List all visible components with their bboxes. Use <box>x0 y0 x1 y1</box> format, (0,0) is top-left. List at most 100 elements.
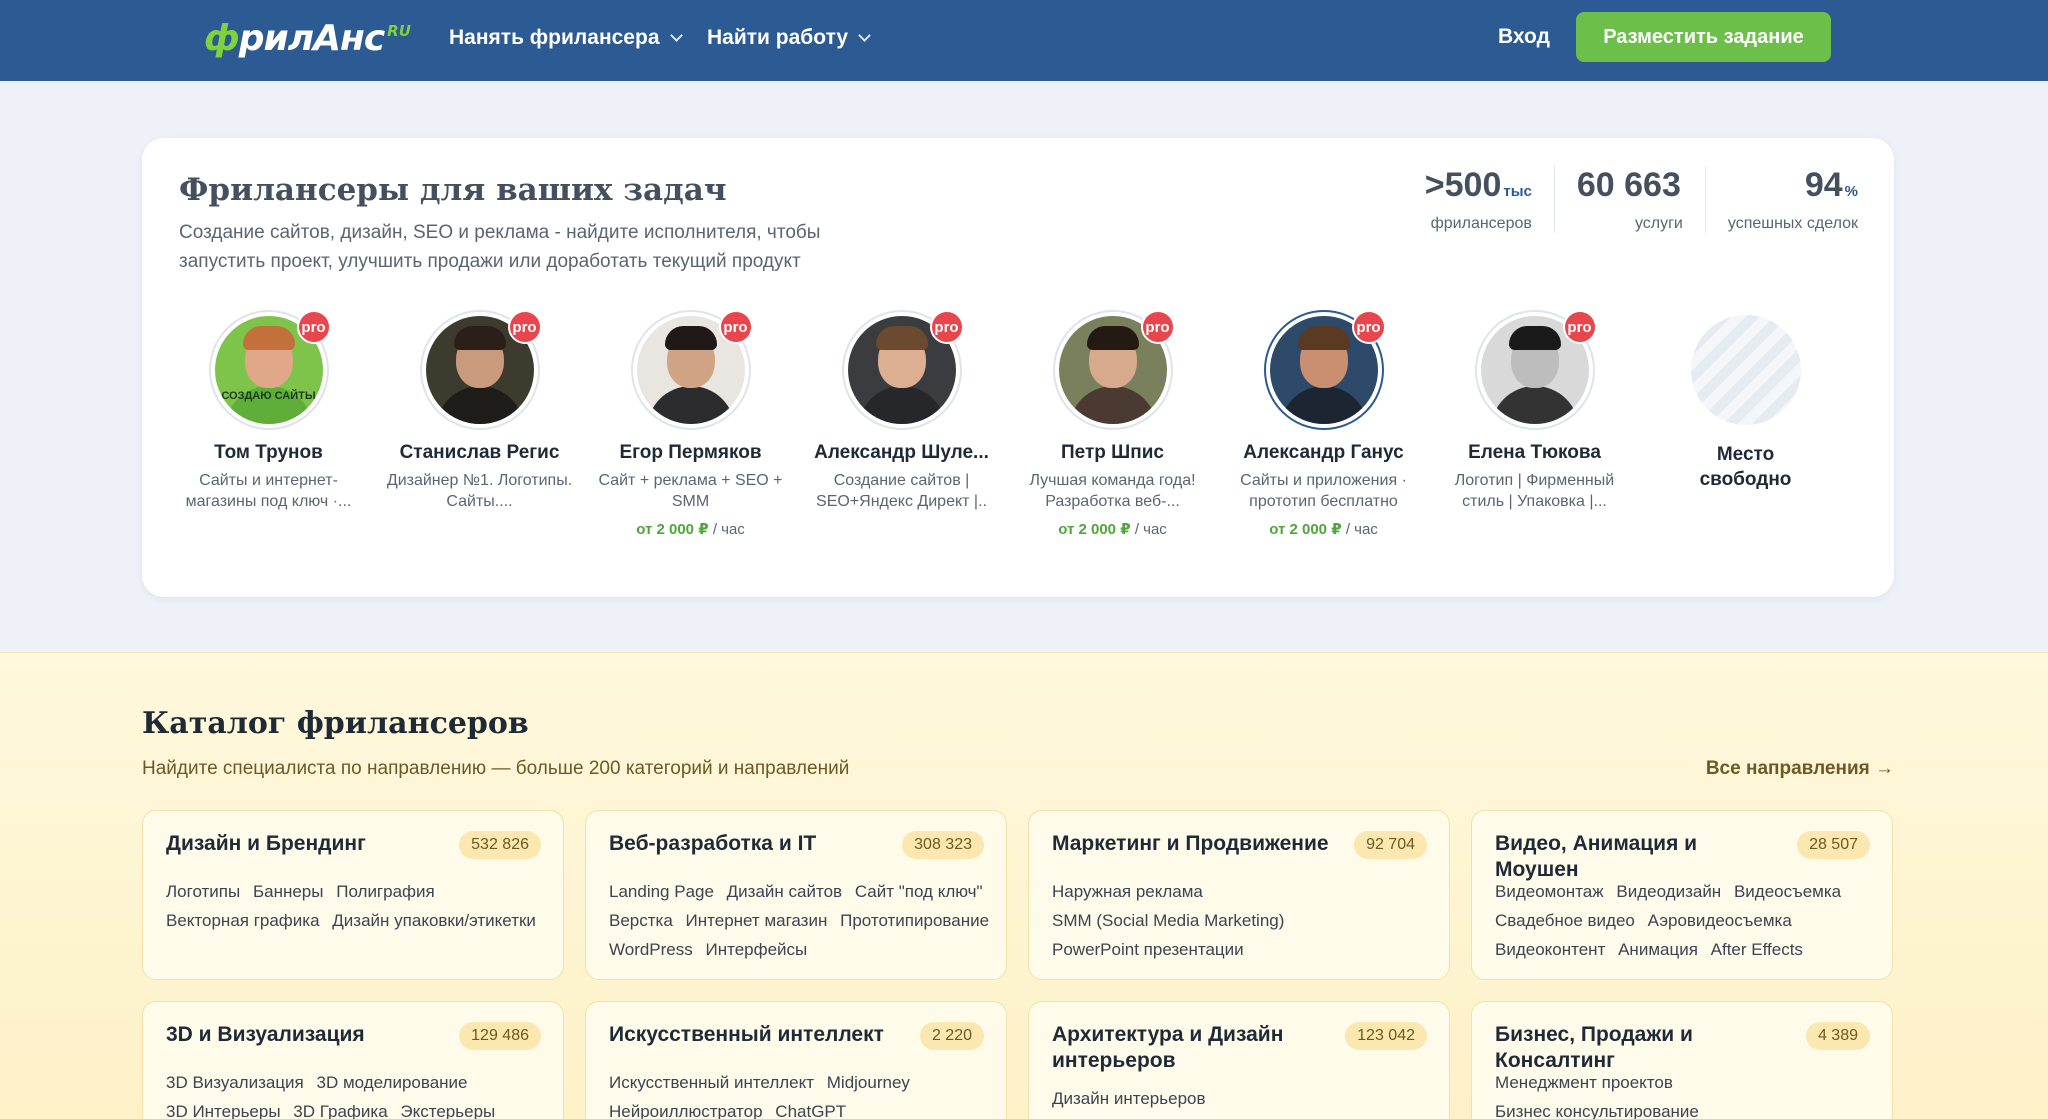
freelancer-desc: Дизайнер №1. Логотипы. Сайты.... <box>386 472 573 510</box>
freelancer-desc: Сайты и интернет-магазины под ключ ·... <box>185 472 352 510</box>
category-card[interactable]: Искусственный интеллект 2 220 Искусственны… <box>585 1001 1007 1119</box>
category-tag-link[interactable]: Логотипы <box>166 882 240 901</box>
category-title: Дизайн и Брендинг <box>166 832 366 855</box>
category-count-badge: 92 704 <box>1354 831 1427 859</box>
category-tag-link[interactable]: WordPress <box>609 940 693 959</box>
freelancer-desc: Лучшая команда года! Разработка веб-... <box>1029 472 1196 510</box>
category-tag-link[interactable]: Сайт "под ключ" <box>855 882 983 901</box>
freelancer-name: Александр Ганус <box>1243 442 1404 463</box>
category-tag-link[interactable]: Видеосъемка <box>1734 882 1841 901</box>
category-card[interactable]: Дизайн и Брендинг 532 826 Логотипы Баннеры… <box>142 810 564 980</box>
empty-slot-card[interactable]: Место свободно <box>1640 310 1851 538</box>
category-title: Бизнес, Продажи и Консалтинг <box>1495 1023 1693 1072</box>
freelancer-card[interactable]: pro Петр Шпис Лучшая команда года! Разра… <box>1007 310 1218 538</box>
category-tag-link[interactable]: Видеоконтент <box>1495 940 1605 959</box>
category-tag-link[interactable]: Верстка <box>609 911 673 930</box>
freelancer-card[interactable]: СОЗДАЮ САЙТЫ pro Том Трунов Сайты и инте… <box>163 310 374 538</box>
category-tag-link[interactable]: Midjourney <box>827 1073 910 1092</box>
freelancer-card[interactable]: pro Елена Тюкова Логотип | Фирменный сти… <box>1429 310 1640 538</box>
category-title: Веб-разработка и IT <box>609 832 817 855</box>
category-tag-link[interactable]: Анимация <box>1618 940 1698 959</box>
category-title: Маркетинг и Продвижение <box>1052 832 1329 855</box>
category-card[interactable]: Бизнес, Продажи и Консалтинг 4 389 Менеджм… <box>1471 1001 1893 1119</box>
post-task-button[interactable]: Разместить задание <box>1576 12 1831 62</box>
category-tag-link[interactable]: 3D Интерьеры <box>166 1102 281 1119</box>
category-tag-link[interactable]: Баннеры <box>253 882 324 901</box>
category-tag-link[interactable]: ChatGPT <box>775 1102 846 1119</box>
category-title: Видео, Анимация и Моушен <box>1495 832 1698 881</box>
pro-badge: pro <box>718 310 753 344</box>
category-card[interactable]: Маркетинг и Продвижение 92 704 Наружная ре… <box>1028 810 1450 980</box>
nav-find-work-label: Найти работу <box>707 26 849 49</box>
nav-hire-freelancer[interactable]: Нанять фрилансера <box>449 26 683 50</box>
freelancer-name: Петр Шпис <box>1061 442 1164 463</box>
category-count-badge: 129 486 <box>459 1022 541 1050</box>
freelancer-name: Том Трунов <box>214 442 323 463</box>
category-tag-link[interactable]: Аэровидеосъемка <box>1648 911 1792 930</box>
stat-success-rate: 94% успешных сделок <box>1704 166 1858 233</box>
logo[interactable]: фрилАнс RU <box>204 18 411 59</box>
category-tag-link[interactable]: Бизнес консультирование <box>1495 1102 1699 1119</box>
category-tag-link[interactable]: After Effects <box>1711 940 1803 959</box>
category-tag-link[interactable]: Искусственный интеллект <box>609 1073 814 1092</box>
stats-block: >500 тыс фрилансеров 60 663 услуги 94% ус… <box>1403 166 1858 233</box>
category-card[interactable]: Веб-разработка и IT 308 323 Landing Page Д… <box>585 810 1007 980</box>
freelancer-name: Егор Пермяков <box>619 442 762 463</box>
freelancer-name: Александр Шуле... <box>814 442 989 463</box>
category-tags: Менеджмент проектов Бизнес консультирова… <box>1495 1068 1885 1119</box>
category-tags: Искусственный интеллект Midjourney Нейро… <box>609 1068 999 1119</box>
empty-slot-label: Место свободно <box>1699 444 1792 490</box>
freelancer-card[interactable]: pro Александр Шуле... Создание сайтов | … <box>796 310 1007 538</box>
category-tag-link[interactable]: 3D Визуализация <box>166 1073 304 1092</box>
category-tag-link[interactable]: Полиграфия <box>336 882 435 901</box>
stat-services: 60 663 услуги <box>1553 166 1705 233</box>
category-tag-link[interactable]: Видеомонтаж <box>1495 882 1604 901</box>
category-tag-link[interactable]: PowerPoint презентации <box>1052 940 1244 959</box>
category-count-badge: 28 507 <box>1797 831 1870 859</box>
category-tag-link[interactable]: Интернет магазин <box>686 911 828 930</box>
freelancer-rate: от 2 000 ₽ / час <box>636 521 745 538</box>
category-tags: Дизайн интерьеров <box>1052 1084 1442 1113</box>
category-tag-link[interactable]: 3D моделирование <box>317 1073 468 1092</box>
category-tag-link[interactable]: Дизайн сайтов <box>727 882 842 901</box>
category-tag-link[interactable]: Интерфейсы <box>706 940 808 959</box>
category-card[interactable]: 3D и Визуализация 129 486 3D Визуализация … <box>142 1001 564 1119</box>
nav-hire-label: Нанять фрилансера <box>449 26 660 49</box>
category-tag-link[interactable]: SMM (Social Media Marketing) <box>1052 911 1284 930</box>
category-tag-link[interactable]: Наружная реклама <box>1052 882 1203 901</box>
category-tag-link[interactable]: Прототипирование <box>840 911 989 930</box>
freelancer-name: Елена Тюкова <box>1468 442 1601 463</box>
category-card[interactable]: Видео, Анимация и Моушен 28 507 Видеомонта… <box>1471 810 1893 980</box>
category-count-badge: 2 220 <box>919 1022 984 1050</box>
category-tag-link[interactable]: 3D Графика <box>293 1102 387 1119</box>
pro-badge: pro <box>296 310 331 344</box>
avatar: pro <box>841 310 964 430</box>
category-tag-link[interactable]: Видеодизайн <box>1616 882 1721 901</box>
freelancer-card[interactable]: pro Александр Ганус Сайты и приложения ·… <box>1218 310 1429 538</box>
category-tag-link[interactable]: Менеджмент проектов <box>1495 1073 1673 1092</box>
freelancer-rate: от 2 000 ₽ / час <box>1058 521 1167 538</box>
category-tag-link[interactable]: Дизайн упаковки/этикетки <box>332 911 536 930</box>
freelancer-card[interactable]: pro Станислав Регис Дизайнер №1. Логотип… <box>374 310 585 538</box>
category-tag-link[interactable]: Векторная графика <box>166 911 320 930</box>
category-count-badge: 532 826 <box>459 831 541 859</box>
login-link[interactable]: Вход <box>1498 25 1550 49</box>
category-tag-link[interactable]: Landing Page <box>609 882 714 901</box>
freelancer-card[interactable]: pro Егор Пермяков Сайт + реклама + SEO +… <box>585 310 796 538</box>
category-title: Искусственный интеллект <box>609 1023 884 1046</box>
category-tag-link[interactable]: Дизайн интерьеров <box>1052 1089 1206 1108</box>
avatar: pro <box>630 310 753 430</box>
freelancer-desc: Создание сайтов | SEO+Яндекс Директ |.. <box>816 472 987 510</box>
category-tag-link[interactable]: Свадебное видео <box>1495 911 1635 930</box>
category-title: Архитектура и Дизайн интерьеров <box>1052 1023 1284 1072</box>
category-tags: Наружная реклама SMM (Social Media Marke… <box>1052 877 1442 964</box>
nav-find-work[interactable]: Найти работу <box>707 26 871 50</box>
category-card[interactable]: Архитектура и Дизайн интерьеров 123 042 Ди… <box>1028 1001 1450 1119</box>
freelancer-rate: от 2 000 ₽ / час <box>1269 521 1378 538</box>
freelancer-list: СОЗДАЮ САЙТЫ pro Том Трунов Сайты и инте… <box>163 310 1851 538</box>
catalog-title: Каталог фрилансеров <box>142 706 529 741</box>
category-tag-link[interactable]: Нейроиллюстратор <box>609 1102 763 1119</box>
pro-badge: pro <box>1140 310 1175 344</box>
all-categories-link[interactable]: Все направления → <box>1706 758 1894 780</box>
category-tag-link[interactable]: Экстерьеры <box>400 1102 495 1119</box>
